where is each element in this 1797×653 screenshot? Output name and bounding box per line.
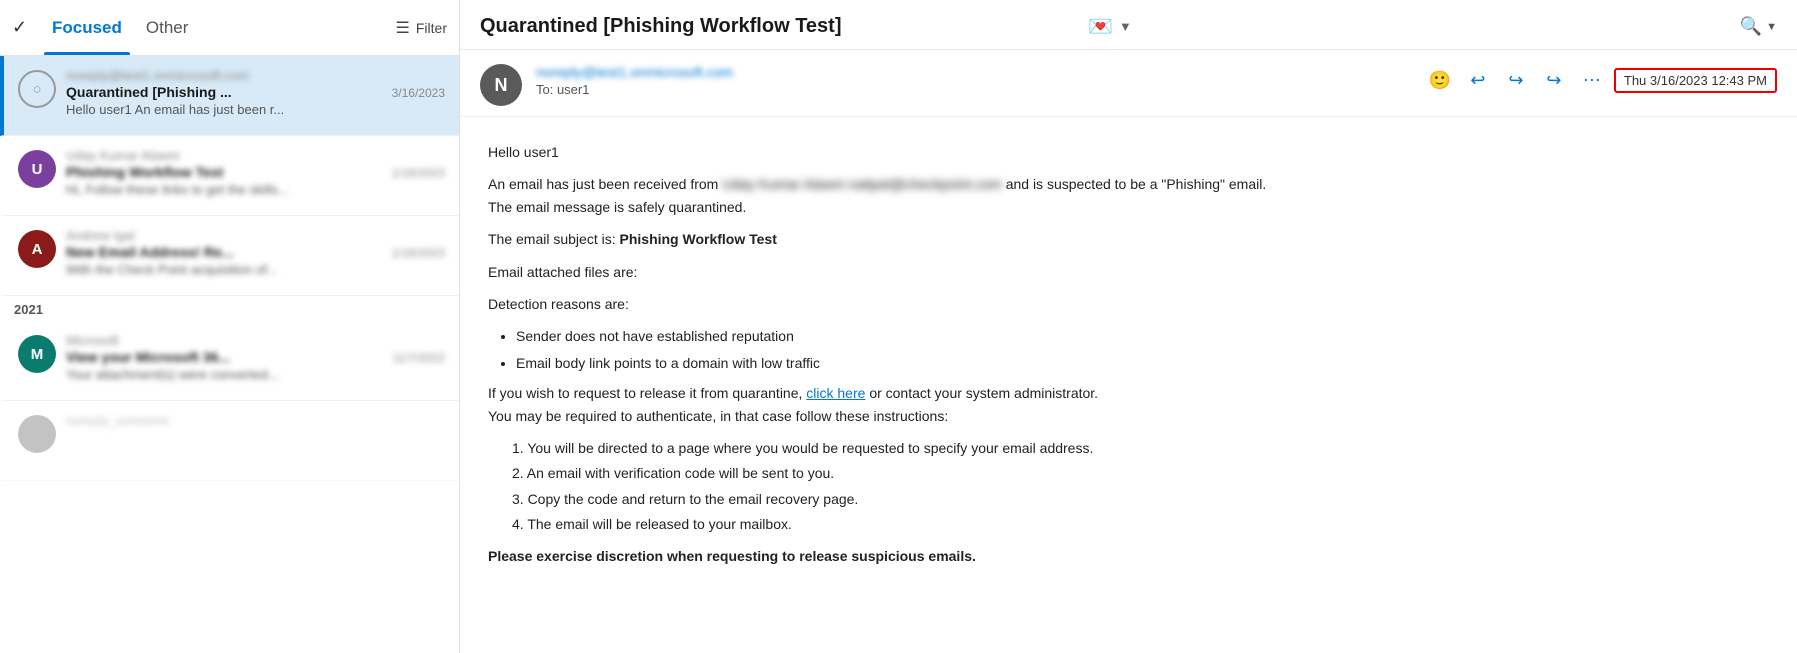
meta-right: 🙂 ↩ ↩ ↪ ⋯ Thu 3/16/2023 12:43 PM [1424, 64, 1777, 96]
sender-2: Uday Kumar Alawni [66, 148, 445, 163]
bullet-1: Sender does not have established reputat… [516, 325, 1769, 347]
sender-avatar: N [480, 64, 522, 106]
email-content-5: noreply_someone [66, 413, 445, 429]
subject-1: Quarantined [Phishing ... [66, 84, 232, 100]
year-divider-2021: 2021 [0, 296, 459, 321]
email-content-3: Andrew Igal New Email Address! Re... 1/1… [66, 228, 445, 277]
avatar-1: ○ [18, 70, 56, 108]
right-panel: Quarantined [Phishing Workflow Test] 💌 ▼… [460, 0, 1797, 653]
sender-3: Andrew Igal [66, 228, 445, 243]
email-header-row-3: New Email Address! Re... 1/16/2023 [66, 244, 445, 260]
subject-line: The email subject is: Phishing Workflow … [488, 228, 1769, 250]
disclaimer: Please exercise discretion when requesti… [488, 545, 1769, 567]
email-content-4: Microsoft View your Microsoft 36... 11/7… [66, 333, 445, 382]
email-item-5[interactable]: noreply_someone [0, 401, 459, 481]
date-2: 1/16/2023 [392, 166, 445, 180]
search-dropdown-icon: ▼ [1766, 21, 1777, 33]
step-3: 3. Copy the code and return to the email… [512, 488, 1769, 510]
sender-5: noreply_someone [66, 413, 445, 428]
email-header-row-2: Phishing Workflow Test 1/16/2023 [66, 164, 445, 180]
email-item-2[interactable]: U Uday Kumar Alawni Phishing Workflow Te… [0, 136, 459, 216]
step-1: 1. You will be directed to a page where … [512, 437, 1769, 459]
detection-bullets: Sender does not have established reputat… [516, 325, 1769, 374]
reply-button[interactable]: ↩ [1462, 64, 1494, 96]
steps-list: 1. You will be directed to a page where … [512, 437, 1769, 536]
email-list: ○ noreply@test1.onmicrosoft.com Quaranti… [0, 56, 459, 653]
subject-4: View your Microsoft 36... [66, 349, 230, 365]
email-view-header: Quarantined [Phishing Workflow Test] 💌 ▼… [460, 0, 1797, 50]
sender-info: noreply@test1.onmicrosoft.com To: user1 [536, 64, 1424, 97]
date-4: 11/7/2022 [393, 351, 446, 365]
filter-icon: ☰ [396, 18, 410, 38]
detection-line: Detection reasons are: [488, 293, 1769, 315]
more-actions-button[interactable]: ⋯ [1576, 64, 1608, 96]
email-item-1[interactable]: ○ noreply@test1.onmicrosoft.com Quaranti… [0, 56, 459, 136]
sender-4: Microsoft [66, 333, 445, 348]
release-paragraph: If you wish to request to release it fro… [488, 382, 1769, 427]
email-meta: N noreply@test1.onmicrosoft.com To: user… [460, 50, 1797, 117]
avatar-3: A [18, 230, 56, 268]
preview-2: Hi, Follow these links to get the skills… [66, 182, 445, 197]
email-item-4[interactable]: M Microsoft View your Microsoft 36... 11… [0, 321, 459, 401]
search-icon: 🔍 [1740, 16, 1762, 37]
blurred-sender: Uday Kumar Alawni naitpat@checkpoint.com [722, 176, 1005, 192]
step-2: 2. An email with verification code will … [512, 462, 1769, 484]
avatar-2: U [18, 150, 56, 188]
bullet-2: Email body link points to a domain with … [516, 352, 1769, 374]
dropdown-arrow-icon: ▼ [1119, 19, 1132, 34]
mail-icon-group[interactable]: 💌 ▼ [1088, 14, 1132, 39]
preview-3: With the Check Point acquisition of... [66, 262, 445, 277]
subject-2: Phishing Workflow Test [66, 164, 223, 180]
filter-button[interactable]: ☰ Filter [396, 18, 447, 38]
click-here-link[interactable]: click here [806, 385, 865, 401]
forward-button[interactable]: ↪ [1538, 64, 1570, 96]
email-header-row-1: Quarantined [Phishing ... 3/16/2023 [66, 84, 445, 100]
reply-all-button[interactable]: ↩ [1500, 64, 1532, 96]
sender-to: To: user1 [536, 82, 1424, 97]
tab-bar: ✓ Focused Other ☰ Filter [0, 0, 459, 56]
email-body: Hello user1 An email has just been recei… [460, 117, 1797, 653]
email-content-2: Uday Kumar Alawni Phishing Workflow Test… [66, 148, 445, 197]
email-view-title: Quarantined [Phishing Workflow Test] [480, 15, 1088, 38]
preview-4: Your attachment(s) were converted... [66, 367, 445, 382]
email-item-3[interactable]: A Andrew Igal New Email Address! Re... 1… [0, 216, 459, 296]
check-icon: ✓ [12, 17, 34, 39]
email-content-1: noreply@test1.onmicrosoft.com Quarantine… [66, 68, 445, 117]
tab-other[interactable]: Other [138, 0, 197, 55]
attached-line: Email attached files are: [488, 261, 1769, 283]
left-panel: ✓ Focused Other ☰ Filter ○ noreply@test1… [0, 0, 460, 653]
greeting: Hello user1 [488, 141, 1769, 163]
subject-3: New Email Address! Re... [66, 244, 234, 260]
avatar-4: M [18, 335, 56, 373]
preview-1: Hello user1 An email has just been r... [66, 102, 445, 117]
timestamp-badge: Thu 3/16/2023 12:43 PM [1614, 68, 1777, 93]
intro-paragraph: An email has just been received from Uda… [488, 173, 1769, 218]
email-header-row-4: View your Microsoft 36... 11/7/2022 [66, 349, 445, 365]
avatar-5 [18, 415, 56, 453]
search-button[interactable]: 🔍 ▼ [1740, 16, 1777, 37]
emoji-button[interactable]: 🙂 [1424, 64, 1456, 96]
mail-icon: 💌 [1088, 14, 1113, 39]
date-3: 1/16/2023 [392, 246, 445, 260]
sender-email: noreply@test1.onmicrosoft.com [536, 64, 1424, 80]
tab-focused[interactable]: Focused [44, 0, 130, 55]
step-4: 4. The email will be released to your ma… [512, 513, 1769, 535]
sender-1: noreply@test1.onmicrosoft.com [66, 68, 445, 83]
date-1: 3/16/2023 [392, 86, 445, 100]
